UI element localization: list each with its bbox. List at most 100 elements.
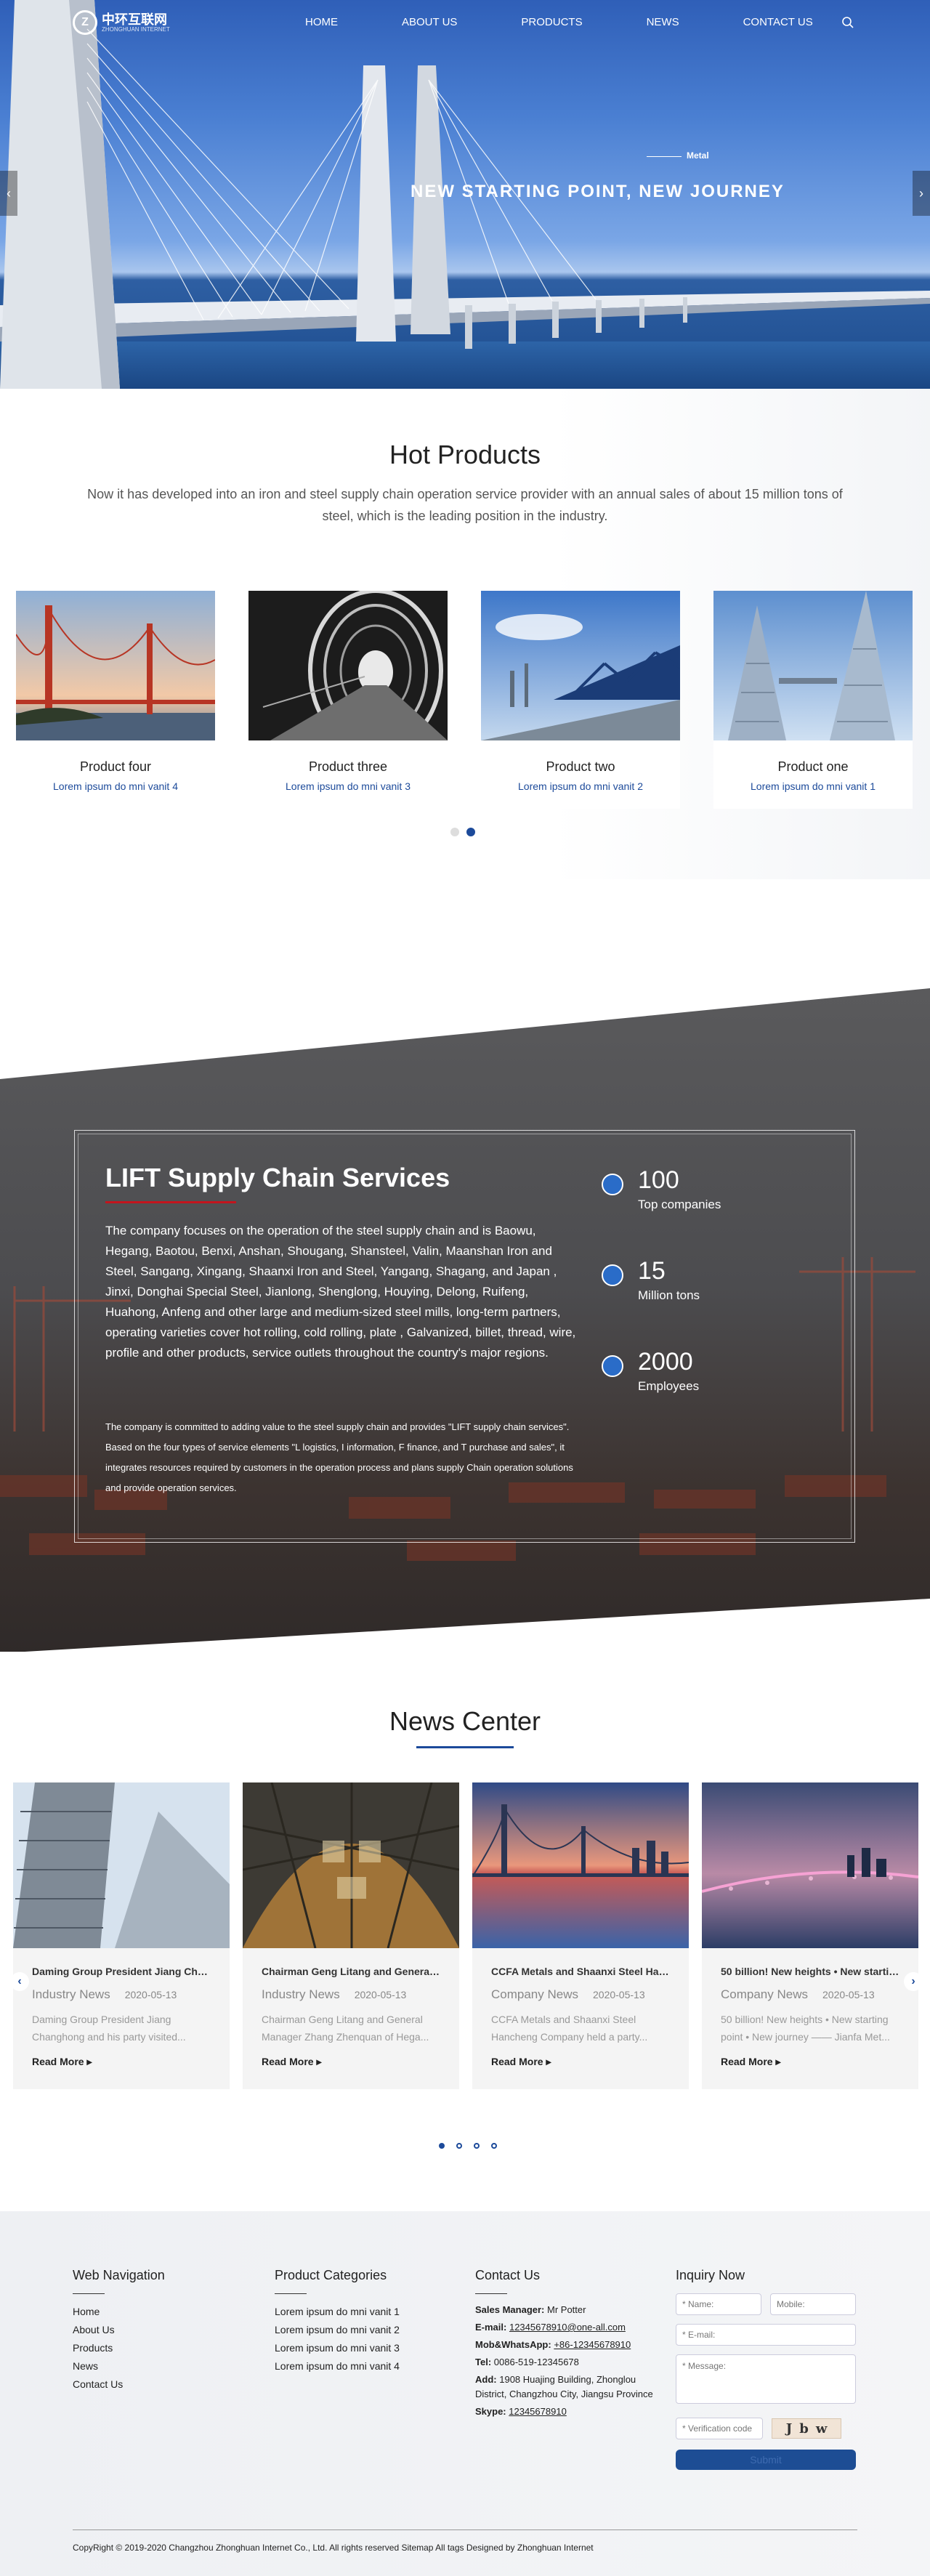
hot-products-title: Hot Products bbox=[389, 440, 541, 469]
contact-value: 1908 Huajing Building, Zhonglou District… bbox=[475, 2374, 653, 2399]
mobile-input[interactable] bbox=[770, 2293, 856, 2315]
news-card[interactable]: 50 billion! New heights • New startin...… bbox=[702, 1782, 918, 2089]
product-name[interactable]: Product two bbox=[481, 759, 680, 775]
product-image[interactable] bbox=[713, 591, 913, 740]
pagination-dot[interactable] bbox=[456, 2143, 462, 2149]
news-card[interactable]: CCFA Metals and Shaanxi Steel Hanc... Co… bbox=[472, 1782, 689, 2089]
footer-category-link[interactable]: Lorem ipsum do mni vanit 4 bbox=[275, 2357, 400, 2375]
footer-link-news[interactable]: News bbox=[73, 2357, 165, 2375]
inquiry-row bbox=[676, 2324, 856, 2346]
caret-right-icon: ▸ bbox=[775, 2056, 781, 2067]
product-card[interactable]: Product two Lorem ipsum do mni vanit 2 bbox=[481, 591, 680, 809]
services-title-underline bbox=[105, 1201, 236, 1203]
news-card-title[interactable]: Daming Group President Jiang Chang... bbox=[32, 1966, 211, 1977]
read-more-link[interactable]: Read More ▸ bbox=[262, 2056, 440, 2068]
news-image[interactable] bbox=[702, 1782, 918, 1948]
pagination-dot[interactable] bbox=[491, 2143, 497, 2149]
footer-col-divider bbox=[475, 2293, 507, 2294]
stat-employees: 2000 Employees bbox=[602, 1348, 699, 1394]
product-name[interactable]: Product one bbox=[713, 759, 913, 775]
news-prev-button[interactable]: ‹ bbox=[10, 1972, 29, 1991]
footer-link-contact[interactable]: Contact Us bbox=[73, 2375, 165, 2394]
product-list: Product four Lorem ipsum do mni vanit 4 … bbox=[16, 591, 913, 809]
footer-category-link[interactable]: Lorem ipsum do mni vanit 2 bbox=[275, 2321, 400, 2339]
product-name[interactable]: Product four bbox=[16, 759, 215, 775]
news-card-title[interactable]: 50 billion! New heights • New startin... bbox=[721, 1966, 899, 1977]
news-date: 2020-05-13 bbox=[822, 1989, 875, 2000]
pagination-dot-active[interactable] bbox=[466, 828, 475, 836]
read-more-link[interactable]: Read More ▸ bbox=[491, 2056, 670, 2068]
footer-category-link[interactable]: Lorem ipsum do mni vanit 1 bbox=[275, 2303, 400, 2321]
footer-col-title: Contact Us bbox=[475, 2268, 541, 2282]
stat-label: Employees bbox=[638, 1379, 700, 1393]
footer-category-link[interactable]: Lorem ipsum do mni vanit 3 bbox=[275, 2339, 400, 2357]
footer-divider bbox=[73, 2529, 857, 2530]
services-paragraph-2: The company is committed to adding value… bbox=[105, 1421, 573, 1493]
pagination-dot[interactable] bbox=[474, 2143, 480, 2149]
footer-link-products[interactable]: Products bbox=[73, 2339, 165, 2357]
pagination-dot-active[interactable] bbox=[439, 2143, 445, 2149]
news-category: Company News bbox=[491, 1987, 578, 2001]
news-card[interactable]: Chairman Geng Litang and General M... In… bbox=[243, 1782, 459, 2089]
hero-banner: Z 中环互联网 ZHONGHUAN INTERNET HOME ABOUT US… bbox=[0, 0, 930, 389]
product-name[interactable]: Product three bbox=[248, 759, 448, 775]
news-list: Daming Group President Jiang Chang... In… bbox=[13, 1782, 918, 2089]
search-icon[interactable] bbox=[841, 16, 854, 29]
verification-code-input[interactable] bbox=[676, 2418, 763, 2439]
product-card[interactable]: Product one Lorem ipsum do mni vanit 1 bbox=[713, 591, 913, 809]
hero-prev-button[interactable]: ‹ bbox=[0, 171, 17, 216]
email-link[interactable]: 12345678910@one-all.com bbox=[509, 2322, 626, 2333]
footer-col-title: Product Categories bbox=[275, 2268, 387, 2282]
contact-skype: Skype: 12345678910 bbox=[475, 2405, 664, 2419]
product-image[interactable] bbox=[16, 591, 215, 740]
nav-news[interactable]: NEWS bbox=[647, 16, 679, 28]
email-input[interactable] bbox=[676, 2324, 856, 2346]
read-more-label: Read More bbox=[491, 2056, 543, 2067]
skype-link[interactable]: 12345678910 bbox=[509, 2406, 567, 2417]
stat-number: 100 bbox=[638, 1166, 679, 1194]
site-logo[interactable]: Z 中环互联网 ZHONGHUAN INTERNET bbox=[73, 10, 170, 35]
product-image[interactable] bbox=[248, 591, 448, 740]
pagination-dot[interactable] bbox=[450, 828, 459, 836]
news-card[interactable]: Daming Group President Jiang Chang... In… bbox=[13, 1782, 230, 2089]
news-image[interactable] bbox=[13, 1782, 230, 1948]
submit-button[interactable]: Submit bbox=[676, 2450, 856, 2470]
name-input[interactable] bbox=[676, 2293, 761, 2315]
news-image[interactable] bbox=[472, 1782, 689, 1948]
captcha-image[interactable]: J b w bbox=[772, 2418, 841, 2439]
inquiry-row bbox=[676, 2293, 856, 2315]
message-input[interactable] bbox=[676, 2354, 856, 2404]
read-more-link[interactable]: Read More ▸ bbox=[721, 2056, 899, 2068]
news-next-button[interactable]: › bbox=[904, 1972, 923, 1991]
contact-label: Add: bbox=[475, 2374, 497, 2385]
nav-home[interactable]: HOME bbox=[305, 16, 338, 28]
copyright-text: CopyRight © 2019-2020 Changzhou Zhonghua… bbox=[73, 2543, 594, 2553]
news-excerpt: Daming Group President Jiang Changhong a… bbox=[32, 2014, 186, 2043]
contact-label: E-mail: bbox=[475, 2322, 507, 2333]
contact-label: Mob&WhatsApp: bbox=[475, 2339, 551, 2350]
contact-address: Add: 1908 Huajing Building, Zhonglou Dis… bbox=[475, 2373, 664, 2402]
nav-about-us[interactable]: ABOUT US bbox=[402, 16, 457, 28]
news-pagination bbox=[439, 2143, 497, 2149]
footer-link-about[interactable]: About Us bbox=[73, 2321, 165, 2339]
news-date: 2020-05-13 bbox=[593, 1989, 645, 2000]
news-image[interactable] bbox=[243, 1782, 459, 1948]
news-card-title[interactable]: Chairman Geng Litang and General M... bbox=[262, 1966, 440, 1977]
whatsapp-link[interactable]: +86-12345678910 bbox=[554, 2339, 631, 2350]
read-more-label: Read More bbox=[721, 2056, 773, 2067]
product-card[interactable]: Product four Lorem ipsum do mni vanit 4 bbox=[16, 591, 215, 809]
product-image[interactable] bbox=[481, 591, 680, 740]
nav-contact-us[interactable]: CONTACT US bbox=[743, 16, 813, 28]
site-footer: Web Navigation Home About Us Products Ne… bbox=[0, 2211, 930, 2576]
product-card[interactable]: Product three Lorem ipsum do mni vanit 3 bbox=[248, 591, 448, 809]
contact-email: E-mail: 12345678910@one-all.com bbox=[475, 2320, 664, 2335]
read-more-link[interactable]: Read More ▸ bbox=[32, 2056, 211, 2068]
hero-next-button[interactable]: › bbox=[913, 171, 930, 216]
news-card-title[interactable]: CCFA Metals and Shaanxi Steel Hanc... bbox=[491, 1966, 670, 1977]
stat-companies: 100 Top companies bbox=[602, 1166, 721, 1212]
news-category: Company News bbox=[721, 1987, 808, 2001]
footer-link-home[interactable]: Home bbox=[73, 2303, 165, 2321]
nav-products[interactable]: PRODUCTS bbox=[521, 16, 582, 28]
news-meta: Industry News 2020-05-13 bbox=[32, 1987, 211, 2002]
news-section: News Center Daming Group President Jiang… bbox=[0, 1652, 930, 2211]
